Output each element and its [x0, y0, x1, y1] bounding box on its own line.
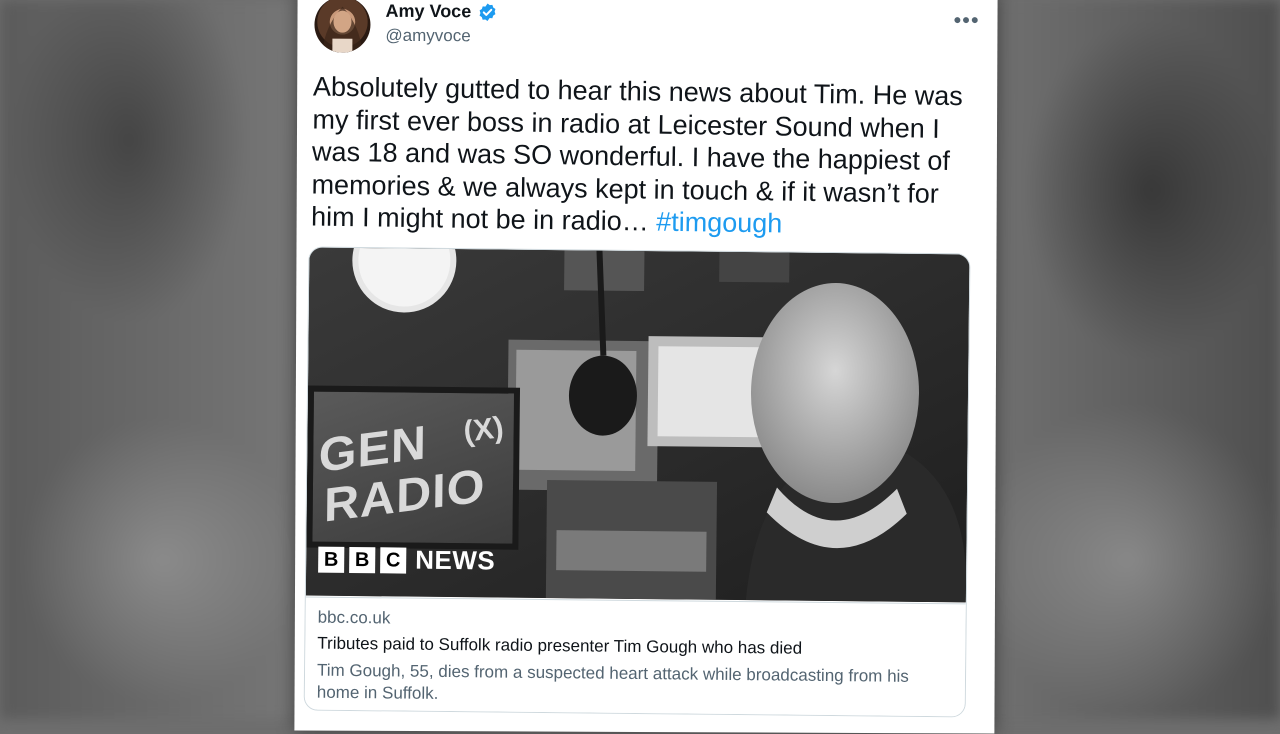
tweet-card: Amy Voce @amyvoce ••• Absolutely gutted … — [294, 0, 998, 734]
tweet-text-line: him I might not be in radio… — [310, 201, 657, 237]
verified-badge-icon — [477, 2, 497, 22]
bbc-logo-letter: C — [380, 546, 407, 574]
link-card-meta: bbc.co.uk Tributes paid to Suffolk radio… — [304, 596, 966, 718]
bbc-logo-letter: B — [318, 546, 345, 573]
article-image: GEN RADIO (X) B B C NEWS — [305, 247, 970, 603]
bbc-news-logo: B B C NEWS — [318, 544, 495, 577]
bbc-logo-letter: B — [349, 546, 376, 573]
hashtag-link[interactable]: #timgough — [656, 207, 783, 239]
tweet-text: Absolutely gutted to hear this news abou… — [311, 71, 985, 243]
link-preview-card[interactable]: GEN RADIO (X) B B C NEWS bbc.co.uk Tribu… — [303, 246, 971, 718]
avatar[interactable] — [314, 0, 371, 53]
link-domain: bbc.co.uk — [317, 607, 391, 628]
author-handle[interactable]: @amyvoce — [385, 26, 470, 46]
author-row: Amy Voce — [385, 1, 497, 22]
more-options-icon[interactable]: ••• — [953, 7, 979, 33]
link-description: Tim Gough, 55, dies from a suspected hea… — [316, 660, 909, 703]
gen-x-logo-icon: (X) — [461, 410, 506, 449]
link-title[interactable]: Tributes paid to Suffolk radio presenter… — [317, 634, 802, 659]
bbc-logo-word: NEWS — [415, 544, 496, 576]
author-name[interactable]: Amy Voce — [385, 1, 471, 22]
gen-x-radio-sign: GEN RADIO (X) — [306, 385, 521, 550]
